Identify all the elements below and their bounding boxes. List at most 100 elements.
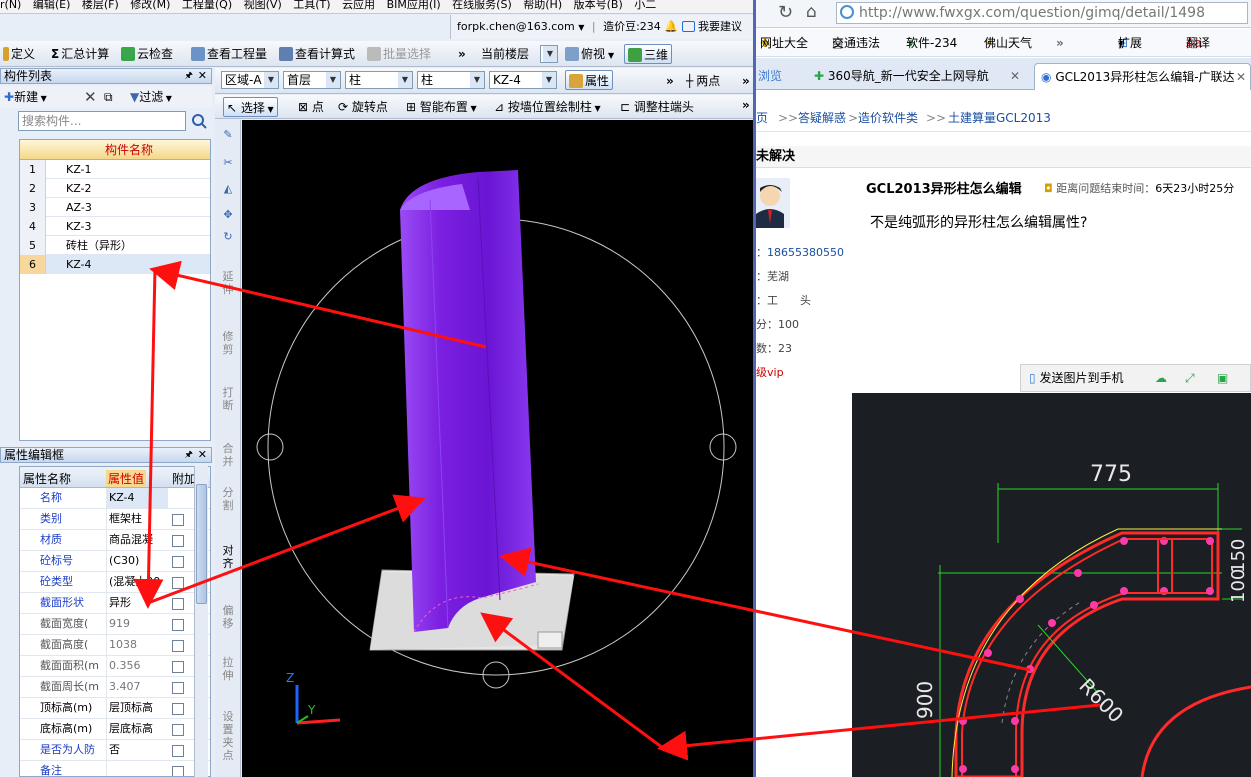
merge-tool[interactable]: 合并 bbox=[220, 442, 236, 468]
type-select-1[interactable]: 柱 ▼ bbox=[345, 71, 413, 89]
two-point-button[interactable]: ┼ 两点 bbox=[683, 71, 723, 91]
draw-by-wall-button[interactable]: ⊿ 按墙位置绘制柱 ▼ bbox=[491, 97, 604, 117]
menu-item[interactable]: 云应用 bbox=[342, 0, 375, 11]
view-formula-button[interactable]: 查看计算式 bbox=[276, 44, 358, 64]
close-icon[interactable]: ✕ bbox=[198, 69, 207, 83]
checkbox[interactable] bbox=[172, 640, 184, 652]
save-icon[interactable]: ▣ bbox=[1217, 365, 1228, 391]
menu-item[interactable]: r(N) bbox=[0, 0, 21, 11]
table-row[interactable]: 4 KZ-3 bbox=[20, 217, 210, 236]
avatar[interactable] bbox=[756, 178, 790, 228]
property-row[interactable]: 截面形状 异形 bbox=[20, 593, 210, 614]
table-row[interactable]: 1 KZ-1 bbox=[20, 160, 210, 179]
tab[interactable]: ✚ 360导航_新一代安全上网导航 ✕ bbox=[808, 63, 1024, 90]
property-row[interactable]: 砼类型 (混凝土20 bbox=[20, 572, 210, 593]
breadcrumb-link[interactable]: 造价软件类 bbox=[858, 104, 918, 132]
mirror-icon[interactable]: ◭ bbox=[220, 182, 236, 195]
table-row[interactable]: 3 AZ-3 bbox=[20, 198, 210, 217]
cad-drawing-image[interactable]: 775 900 150 100 R600 bbox=[852, 393, 1251, 777]
floor-dropdown[interactable]: ▼ bbox=[540, 45, 558, 63]
3d-viewport[interactable]: Z Y bbox=[242, 120, 753, 777]
menu-item[interactable]: 帮助(H) bbox=[523, 0, 562, 11]
sum-button[interactable]: Σ 汇总计算 bbox=[48, 44, 112, 64]
top-view-button[interactable]: 俯视 ▼ bbox=[562, 44, 617, 64]
property-button[interactable]: 属性 bbox=[565, 70, 614, 90]
region-dropdown[interactable]: 区域-A ▼ bbox=[221, 71, 279, 89]
pin-icon[interactable]: 🖈 bbox=[185, 448, 193, 462]
floor-select[interactable]: 首层 ▼ bbox=[283, 71, 341, 89]
checkbox[interactable] bbox=[172, 535, 184, 547]
toolbar-overflow-icon[interactable]: » bbox=[739, 71, 753, 91]
property-row[interactable]: 材质 商品混凝 bbox=[20, 530, 210, 551]
cloud-check-button[interactable]: 云检查 bbox=[118, 44, 176, 64]
component-select[interactable]: KZ-4 ▼ bbox=[489, 71, 557, 89]
component-search-input[interactable]: 搜索构件... bbox=[18, 111, 186, 131]
toolbar-overflow-icon[interactable]: » bbox=[663, 71, 677, 91]
menu-item[interactable]: 视图(V) bbox=[244, 0, 282, 11]
suggest-link[interactable]: 我要建议 bbox=[698, 20, 742, 33]
define-button[interactable]: 定义 bbox=[0, 44, 38, 64]
adjust-end-button[interactable]: ⊏ 调整柱端头 bbox=[617, 97, 697, 117]
property-row[interactable]: 截面宽度(919 bbox=[20, 614, 210, 635]
property-scrollbar[interactable] bbox=[194, 466, 208, 777]
irregular-column[interactable] bbox=[400, 170, 536, 632]
checkbox[interactable] bbox=[172, 661, 184, 673]
checkbox[interactable] bbox=[172, 598, 184, 610]
table-row-selected[interactable]: 6 KZ-4 bbox=[20, 255, 210, 274]
property-row[interactable]: 顶标高(m) 层顶标高 bbox=[20, 698, 210, 719]
property-row[interactable]: 砼标号 (C30) bbox=[20, 551, 210, 572]
type-select-2[interactable]: 柱 ▼ bbox=[417, 71, 485, 89]
table-row[interactable]: 5 砖柱（异形） bbox=[20, 236, 210, 255]
orbit-handle[interactable] bbox=[709, 433, 737, 461]
checkbox[interactable] bbox=[172, 724, 184, 736]
chevron-down-icon[interactable]: ▼ bbox=[578, 23, 584, 32]
property-row[interactable]: 截面高度(1038 bbox=[20, 635, 210, 656]
scrollbar-thumb[interactable] bbox=[196, 484, 207, 604]
orbit-handle[interactable] bbox=[256, 433, 284, 461]
trim-tool[interactable]: 修剪 bbox=[220, 330, 236, 356]
toolbar-overflow-icon[interactable]: » bbox=[455, 44, 469, 64]
tab-active[interactable]: ◉ GCL2013异形柱怎么编辑-广联达 ✕ bbox=[1034, 63, 1251, 90]
pin-icon[interactable]: 🖈 bbox=[185, 69, 193, 83]
view-quantity-button[interactable]: 查看工程量 bbox=[188, 44, 270, 64]
rotate-point-button[interactable]: ⟳ 旋转点 bbox=[335, 97, 391, 117]
menu-item[interactable]: 版本号(B) bbox=[574, 0, 623, 11]
pen-icon[interactable]: ✎ bbox=[220, 128, 236, 141]
refresh-icon[interactable]: ↻ bbox=[778, 2, 793, 23]
menu-item[interactable]: 编辑(E) bbox=[33, 0, 71, 11]
question-title[interactable]: GCL2013异形柱怎么编辑 bbox=[866, 178, 1022, 197]
delete-icon[interactable]: ✕ bbox=[84, 86, 97, 108]
extensions-button[interactable]: ⊞ 扩展 ▾ bbox=[1118, 29, 1142, 56]
menu-item[interactable]: 工程量(Q) bbox=[182, 0, 232, 11]
align-tool[interactable]: 对齐 bbox=[220, 544, 236, 570]
tab[interactable]: 浏览 bbox=[756, 63, 804, 90]
property-row[interactable]: 是否为人防否 bbox=[20, 740, 210, 761]
menu-item[interactable]: 在线服务(S) bbox=[452, 0, 512, 11]
bell-icon[interactable]: 🔔 bbox=[664, 20, 678, 33]
fullscreen-icon[interactable]: ⤢ bbox=[1185, 365, 1195, 391]
checkbox[interactable] bbox=[172, 766, 184, 776]
smart-layout-button[interactable]: ⊞ 智能布置 ▼ bbox=[403, 97, 480, 117]
checkbox[interactable] bbox=[172, 703, 184, 715]
breadcrumb-link[interactable]: 答疑解惑 bbox=[798, 104, 846, 132]
batch-select-button[interactable]: 批量选择 bbox=[364, 44, 434, 64]
home-icon[interactable]: ⌂ bbox=[806, 2, 817, 22]
checkbox[interactable] bbox=[172, 514, 184, 526]
stretch-tool[interactable]: 拉伸 bbox=[220, 656, 236, 682]
grip-tool[interactable]: 设置夹点 bbox=[220, 710, 236, 762]
menu-item[interactable]: 工具(T) bbox=[293, 0, 330, 11]
select-button[interactable]: ↖ 选择 ▼ bbox=[223, 97, 278, 117]
checkbox[interactable] bbox=[172, 682, 184, 694]
toolbar-overflow-icon[interactable]: » bbox=[739, 95, 753, 115]
three-d-button[interactable]: 三维 bbox=[624, 44, 673, 64]
split-tool[interactable]: 分割 bbox=[220, 486, 236, 512]
rotate-icon[interactable]: ↻ bbox=[220, 230, 236, 243]
bookmark-overflow-icon[interactable]: » bbox=[1056, 29, 1064, 56]
address-bar[interactable]: http://www.fwxgx.com/question/gimq/detai… bbox=[836, 2, 1248, 24]
cloud-icon[interactable]: ☁ bbox=[1155, 365, 1167, 391]
property-row[interactable]: 类别 框架柱 bbox=[20, 509, 210, 530]
property-row[interactable]: 备注 bbox=[20, 761, 210, 776]
move-icon[interactable]: ✥ bbox=[220, 208, 236, 221]
scissors-icon[interactable]: ✂ bbox=[220, 156, 236, 169]
breadcrumb-link[interactable]: 页 bbox=[756, 104, 768, 132]
